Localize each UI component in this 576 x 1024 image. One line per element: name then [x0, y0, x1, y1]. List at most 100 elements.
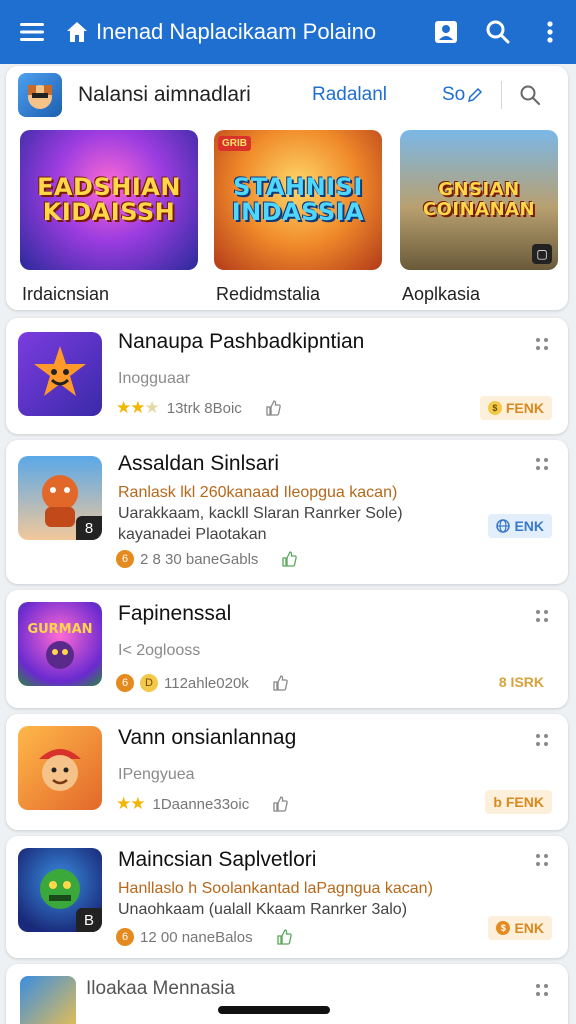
svg-text:GURMAN: GURMAN: [27, 622, 92, 637]
pill-label: FENK: [505, 794, 544, 810]
app-icon: [18, 332, 102, 416]
app-name: Vann onsianlannag: [118, 726, 297, 749]
promo-card[interactable]: GRIB STAHNISI INDASSIA Redidmstalia: [214, 130, 382, 305]
thumb-up-icon[interactable]: [271, 674, 289, 692]
promo-art-text: GNSIAN COINANAN: [422, 179, 536, 220]
promo-corner-icon: ▢: [532, 244, 552, 264]
app-developer: IPengyuea: [118, 766, 195, 783]
pencil-icon: [468, 87, 483, 103]
more-vert-icon: [547, 21, 553, 43]
coin-icon: 6: [116, 674, 134, 692]
app-developer: I< 2oglooss: [118, 642, 201, 659]
promo-badge: GRIB: [218, 136, 251, 151]
app-desc-line: Hanllaslo h Soolankantad laPagngua kacan…: [118, 880, 433, 897]
app-meta: 6 12 00 naneBalos: [116, 928, 293, 946]
app-icon-badge: B: [76, 908, 102, 932]
promo-art-text: EADSHIAN KIDAISSH: [37, 173, 181, 226]
app-icon: 8: [18, 456, 102, 540]
install-pill[interactable]: $ ENK: [488, 916, 552, 940]
featured-section: Nalansi aimnadlari Radalanl So EADSHIAN …: [6, 66, 568, 310]
search-icon: [486, 20, 510, 44]
thumb-up-icon[interactable]: [264, 399, 282, 417]
app-logo: [18, 73, 62, 117]
promo-caption: Irdaicnsian: [22, 284, 110, 304]
app-title: Inenad Naplacikaam Polaino: [96, 19, 377, 44]
app-meta: 6 D 112ahle020k: [116, 674, 289, 692]
app-desc-line: Unaohkaam (ualall Kkaam Ranrker 3alo): [118, 901, 408, 918]
rating-stars: ★★★: [116, 398, 160, 417]
app-meta-text: 12 00 naneBalos: [140, 928, 253, 946]
featured-link[interactable]: Radalanl: [312, 84, 422, 106]
install-pill[interactable]: b FENK: [485, 790, 552, 814]
promo-card[interactable]: GNSIAN COINANAN ▢ Aoplkasia: [400, 130, 558, 305]
coin-icon: 6: [116, 928, 134, 946]
promo-caption: Redidmstalia: [216, 284, 321, 304]
app-description: Hanllaslo h Soolankantad laPagngua kacan…: [118, 878, 433, 920]
drag-handle-icon[interactable]: [532, 606, 552, 626]
app-list-item[interactable]: Iloakaa Mennasia: [6, 964, 568, 1024]
pill-label: FENK: [505, 400, 544, 416]
pill-label: ENK: [514, 518, 544, 534]
coin-icon: $: [496, 921, 511, 935]
drag-handle-icon[interactable]: [532, 980, 552, 1000]
featured-title: Nalansi aimnadlari: [78, 83, 251, 106]
drag-handle-icon[interactable]: [532, 850, 552, 870]
app-icon: B: [18, 848, 102, 932]
featured-header: Nalansi aimnadlari Radalanl So: [6, 66, 568, 124]
thumb-up-icon[interactable]: [280, 550, 298, 568]
app-bar: Inenad Naplacikaam Polaino: [0, 0, 576, 64]
drag-handle-icon[interactable]: [532, 454, 552, 474]
app-meta-text: 13trk 8Boic: [166, 399, 242, 417]
promo-carousel: EADSHIAN KIDAISSH Irdaicnsian GRIB STAHN…: [20, 130, 560, 306]
app-name: Nanaupa Pashbadkipntian: [118, 330, 365, 353]
app-description: Ranlask lkl 260kanaad Ileopgua kacan) Ua…: [118, 482, 403, 545]
app-list-item[interactable]: B Maincsian Saplvetlori Hanllaslo h Sool…: [6, 836, 568, 958]
rating-stars: ★★: [116, 794, 146, 813]
app-icon: [20, 976, 76, 1024]
home-indicator[interactable]: [218, 1006, 330, 1014]
thumb-up-icon[interactable]: [275, 928, 293, 946]
app-list-item[interactable]: Nanaupa Pashbadkipntian Inogguaar ★★★ 13…: [6, 318, 568, 434]
app-list-item[interactable]: GURMAN Fapinenssal I< 2oglooss 6 D 112ah…: [6, 590, 568, 708]
app-meta-text: 2 8 30 baneGabls: [140, 550, 259, 568]
coin-icon: D: [140, 674, 158, 692]
thumb-up-icon[interactable]: [271, 795, 289, 813]
menu-button[interactable]: [0, 0, 64, 64]
app-name: Iloakaa Mennasia: [86, 978, 235, 999]
account-box-icon: [435, 21, 457, 43]
promo-art-text: STAHNISI INDASSIA: [231, 173, 365, 226]
app-desc-line: kayanadei Plaotakan: [118, 526, 267, 543]
app-meta: 6 2 8 30 baneGabls: [116, 550, 298, 568]
install-pill[interactable]: $ FENK: [479, 396, 552, 420]
promo-image: GRIB STAHNISI INDASSIA: [214, 130, 382, 270]
app-icon: GURMAN: [18, 602, 102, 686]
app-developer: Inogguaar: [118, 370, 191, 387]
pill-label: 8 ISRK: [498, 674, 544, 690]
home-icon[interactable]: [64, 19, 90, 45]
coin-icon: 6: [116, 550, 134, 568]
featured-tag[interactable]: So: [442, 84, 483, 106]
drag-handle-icon[interactable]: [532, 334, 552, 354]
app-meta: ★★ 1Daanne33oic: [116, 794, 289, 814]
globe-icon: [496, 519, 511, 533]
app-name: Maincsian Saplvetlori: [118, 848, 317, 871]
app-list-item[interactable]: 8 Assaldan Sinlsari Ranlask lkl 260kanaa…: [6, 440, 568, 584]
featured-search-button[interactable]: [510, 75, 550, 115]
promo-image: GNSIAN COINANAN ▢: [400, 130, 558, 270]
menu-icon: [20, 23, 44, 41]
account-button[interactable]: [420, 0, 472, 64]
app-list-item[interactable]: Vann onsianlannag IPengyuea ★★ 1Daanne33…: [6, 714, 568, 830]
header-divider: [501, 81, 503, 109]
app-icon: [18, 726, 102, 810]
install-pill[interactable]: ENK: [488, 514, 552, 538]
app-meta-text: 112ahle020k: [164, 674, 249, 692]
promo-card[interactable]: EADSHIAN KIDAISSH Irdaicnsian: [20, 130, 198, 305]
coin-icon: $: [487, 401, 502, 415]
featured-tag-label: So: [442, 84, 466, 105]
search-button[interactable]: [472, 0, 524, 64]
app-name: Fapinenssal: [118, 602, 232, 625]
overflow-menu-button[interactable]: [524, 0, 576, 64]
drag-handle-icon[interactable]: [532, 730, 552, 750]
install-pill[interactable]: 8 ISRK: [491, 670, 552, 694]
pill-icon: b: [493, 794, 502, 810]
